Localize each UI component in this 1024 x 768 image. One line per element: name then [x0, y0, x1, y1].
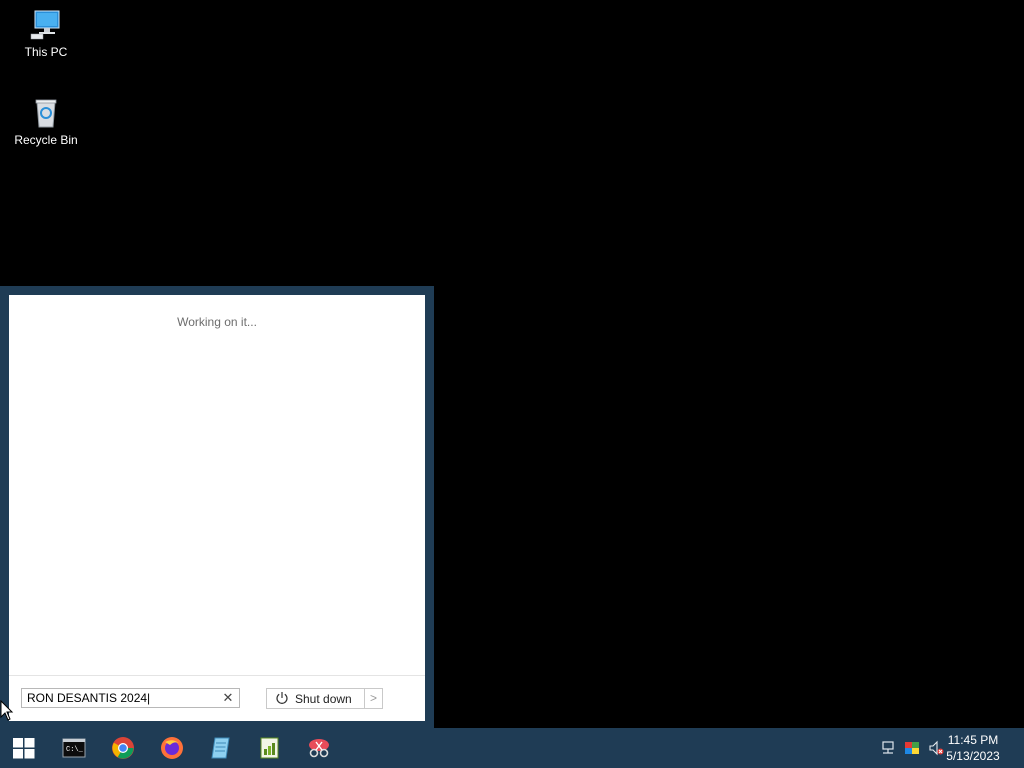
desktop-icon-label: This PC — [24, 45, 68, 59]
firefox-icon — [161, 737, 183, 759]
desktop-icon-recycle-bin[interactable]: Recycle Bin — [9, 96, 83, 147]
shutdown-button[interactable]: Shut down — [266, 688, 365, 709]
taskbar-notepad[interactable] — [197, 728, 245, 768]
power-icon — [276, 692, 288, 704]
search-input[interactable] — [27, 690, 212, 706]
clear-search-icon[interactable]: ✕ — [221, 690, 235, 706]
taskbar-chrome[interactable] — [99, 728, 147, 768]
mouse-cursor-icon — [0, 700, 14, 721]
taskbar-command-prompt[interactable]: C:\_ — [50, 728, 98, 768]
snipping-tool-icon — [309, 739, 329, 758]
start-button[interactable] — [0, 728, 48, 768]
notepad-icon — [211, 737, 230, 759]
clock[interactable]: 11:45 PM 5/13/2023 — [938, 732, 1008, 764]
shutdown-options-button[interactable]: > — [365, 688, 383, 709]
desktop-icon-this-pc[interactable]: This PC — [9, 8, 83, 59]
start-menu: Working on it... ✕ Shut down > — [0, 286, 434, 728]
start-menu-footer: ✕ Shut down > — [9, 675, 425, 721]
this-pc-icon — [30, 10, 60, 40]
svg-text:C:\_: C:\_ — [66, 746, 84, 754]
taskbar: C:\_ 11:45 PM 5/13/2023 — [0, 728, 1024, 768]
windows-logo-icon — [13, 738, 35, 759]
search-box[interactable]: ✕ — [21, 688, 240, 708]
taskbar-snipping-tool[interactable] — [295, 728, 343, 768]
taskbar-firefox[interactable] — [148, 728, 196, 768]
clock-date: 5/13/2023 — [946, 749, 1000, 763]
command-prompt-icon: C:\_ — [62, 738, 86, 758]
network-icon[interactable] — [880, 740, 896, 756]
clock-time: 11:45 PM — [947, 733, 999, 747]
start-menu-panel: Working on it... ✕ Shut down > — [9, 295, 425, 721]
taskbar-spreadsheet[interactable] — [246, 728, 294, 768]
search-status-text: Working on it... — [177, 315, 257, 329]
desktop-icon-label: Recycle Bin — [14, 133, 78, 147]
chrome-icon — [112, 737, 134, 759]
spreadsheet-icon — [260, 737, 279, 759]
shutdown-label: Shut down — [295, 692, 352, 706]
display-color-icon[interactable] — [904, 740, 920, 756]
chevron-right-icon: > — [369, 691, 377, 705]
recycle-bin-icon — [35, 99, 57, 128]
